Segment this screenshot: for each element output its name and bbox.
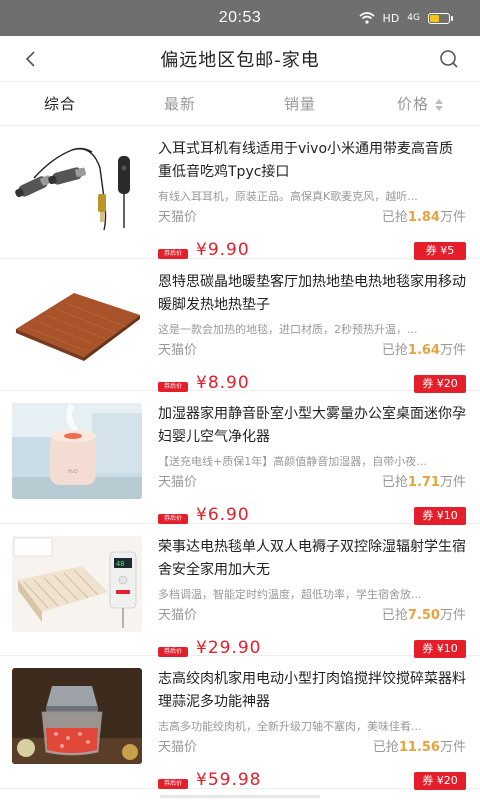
store-price-label: 天猫价: [158, 210, 198, 225]
store-price-label: 天猫价: [158, 740, 198, 756]
svg-text:48: 48: [116, 560, 124, 568]
product-title[interactable]: 荣事达电热毯单人双人电褥子双控除湿辐射学生宿舍安全家用加大无: [158, 536, 466, 582]
back-arrow-icon[interactable]: [18, 46, 44, 72]
sold-count: 已抢7.50万件: [381, 607, 466, 623]
product-info: 恩特思碳晶地暖垫客厅加热地垫电热地毯家用移动暖脚发热地热垫子 这是一款会加热的地…: [158, 271, 466, 393]
electric-blanket-image: 48: [12, 535, 142, 632]
product-info: 荣事达电热毯单人双人电褥子双控除湿辐射学生宿舍安全家用加大无 多档调温，智能定时…: [158, 536, 466, 658]
list-item[interactable]: 恩特思碳晶地暖垫客厅加热地垫电热地毯家用移动暖脚发热地热垫子 这是一款会加热的地…: [0, 259, 480, 393]
search-icon[interactable]: [436, 46, 462, 72]
sort-tabs: 综合 最新 销量 价格: [0, 82, 480, 126]
product-price: ¥29.90: [196, 637, 262, 658]
tab-newest[interactable]: 最新: [120, 93, 240, 114]
meat-grinder-image: [12, 668, 142, 765]
product-desc: 【送充电线+质保1年】高颜值静音加湿器，自带小夜...: [158, 455, 427, 469]
after-coupon-badge: 券后价: [158, 249, 188, 259]
tab-price-label: 价格: [396, 95, 429, 113]
product-title[interactable]: 志高绞肉机家用电动小型打肉馅搅拌饺搅碎菜器料理蒜泥多功能神器: [158, 668, 466, 714]
product-info: 加湿器家用静音卧室小型大雾量办公室桌面迷你孕妇婴儿空气净化器 【送充电线+质保1…: [158, 403, 466, 526]
product-info: 志高绞肉机家用电动小型打肉馅搅拌饺搅碎菜器料理蒜泥多功能神器 志高多功能绞肉机，…: [158, 668, 466, 791]
coupon-button[interactable]: 券 ¥20: [414, 772, 466, 791]
product-meta: 天猫价 已抢1.64万件: [158, 339, 466, 358]
status-icons: HD 4G: [359, 0, 453, 36]
tab-sales[interactable]: 销量: [240, 93, 360, 114]
product-info: 入耳式耳机有线适用于vivo小米通用带麦高音质重低音吃鸡Tpyc接口 有线入耳耳…: [158, 138, 466, 260]
status-bar: 20:53 HD 4G: [0, 0, 480, 36]
product-title[interactable]: 恩特思碳晶地暖垫客厅加热地垫电热地毯家用移动暖脚发热地热垫子: [158, 271, 466, 317]
after-coupon-badge: 券后价: [158, 514, 188, 525]
earphones-image: [12, 138, 142, 234]
battery-icon: [428, 12, 453, 24]
product-price: ¥8.90: [196, 372, 250, 393]
svg-text:H₂O: H₂O: [68, 469, 78, 475]
signal-label: 4G: [407, 13, 420, 23]
wifi-icon: [359, 12, 375, 24]
product-desc: 有线入耳耳机，原装正品。高保真K歌麦克风，越听...: [158, 190, 418, 203]
coupon-button[interactable]: 券 ¥5: [414, 242, 466, 260]
sort-arrows-icon: [435, 98, 443, 111]
page-title: 偏远地区包邮-家电: [160, 49, 320, 71]
sold-count: 已抢1.84万件: [381, 210, 466, 225]
price-row: 券后价 ¥59.98 券 ¥20: [158, 770, 466, 792]
sold-count: 已抢11.56万件: [372, 740, 466, 756]
product-price: ¥6.90: [196, 505, 250, 526]
after-coupon-badge: 券后价: [158, 646, 188, 657]
product-meta: 天猫价 已抢1.84万件: [158, 206, 466, 225]
list-item[interactable]: 志高绞肉机家用电动小型打肉馅搅拌饺搅碎菜器料理蒜泥多功能神器 志高多功能绞肉机，…: [0, 656, 480, 791]
product-meta: 天猫价 已抢1.71万件: [158, 471, 466, 491]
tab-comprehensive[interactable]: 综合: [0, 93, 120, 114]
product-price: ¥9.90: [196, 240, 250, 260]
store-price-label: 天猫价: [158, 607, 198, 623]
product-title[interactable]: 入耳式耳机有线适用于vivo小米通用带麦高音质重低音吃鸡Tpyc接口: [158, 138, 466, 184]
product-list: 入耳式耳机有线适用于vivo小米通用带麦高音质重低音吃鸡Tpyc接口 有线入耳耳…: [0, 126, 480, 791]
coupon-button[interactable]: 券 ¥10: [414, 507, 466, 526]
coupon-button[interactable]: 券 ¥20: [414, 374, 466, 393]
store-price-label: 天猫价: [158, 475, 198, 491]
sold-count: 已抢1.71万件: [381, 475, 466, 491]
after-coupon-badge: 券后价: [158, 779, 188, 790]
nav-bar: 偏远地区包邮-家电: [0, 36, 480, 82]
product-title[interactable]: 加湿器家用静音卧室小型大雾量办公室桌面迷你孕妇婴儿空气净化器: [158, 403, 466, 449]
product-desc: 这是一款会加热的地毯，进口材质，2秒预热升温，...: [158, 322, 418, 336]
list-item[interactable]: H₂O 加湿器家用静音卧室小型大雾量办公室桌面迷你孕妇婴儿空气净化器 【送充电线…: [0, 391, 480, 526]
coupon-button[interactable]: 券 ¥10: [414, 639, 466, 658]
product-price: ¥59.98: [196, 770, 262, 791]
product-meta: 天猫价 已抢11.56万件: [158, 736, 466, 756]
product-desc: 多档调温，智能定时约温度，超低功率，学生宿舍放...: [158, 587, 422, 601]
after-coupon-badge: 券后价: [158, 381, 188, 392]
network-type: HD: [382, 11, 400, 25]
store-price-label: 天猫价: [158, 342, 198, 358]
home-indicator[interactable]: [160, 795, 320, 798]
sold-count: 已抢1.64万件: [381, 342, 466, 358]
heating-mat-image: [12, 270, 142, 367]
humidifier-image: H₂O: [12, 403, 142, 500]
product-meta: 天猫价 已抢7.50万件: [158, 604, 466, 623]
status-time: 20:53: [218, 9, 262, 26]
list-item[interactable]: 48 荣事达电热毯单人双人电褥子双控除湿辐射学生宿舍安全家用加大无 多档调温，智…: [0, 524, 480, 658]
tab-price[interactable]: 价格: [360, 93, 480, 114]
product-desc: 志高多功能绞肉机，全新升级刀轴不塞肉，美味佳肴...: [158, 720, 422, 734]
list-item[interactable]: 入耳式耳机有线适用于vivo小米通用带麦高音质重低音吃鸡Tpyc接口 有线入耳耳…: [0, 126, 480, 260]
